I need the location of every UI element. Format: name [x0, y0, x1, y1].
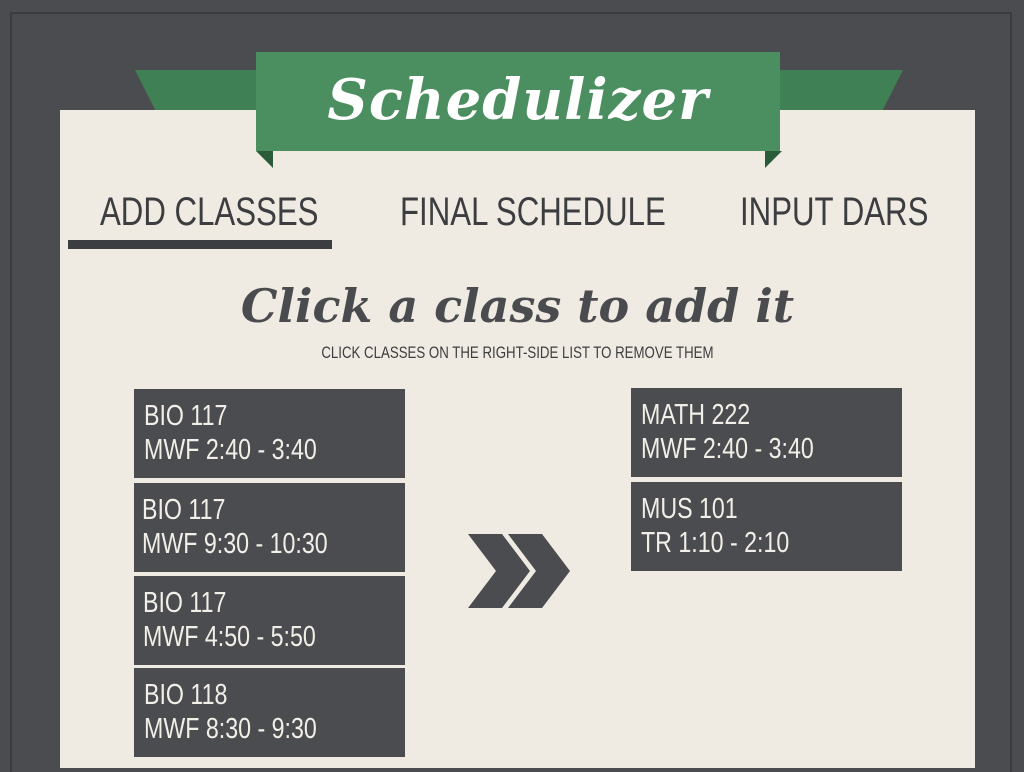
tab-input-dars[interactable]: INPUT DARS: [740, 186, 928, 238]
app-title: Schedulizer: [327, 66, 709, 133]
class-time: MWF 2:40 - 3:40: [641, 433, 814, 465]
instruction-subheading-text: CLICK CLASSES ON THE RIGHT-SIDE LIST TO …: [321, 343, 714, 362]
class-course: BIO 118: [144, 679, 228, 711]
active-tab-indicator: [68, 240, 332, 249]
tab-final-schedule[interactable]: FINAL SCHEDULE: [400, 186, 666, 238]
class-time: TR 1:10 - 2:10: [641, 527, 790, 559]
class-time: MWF 4:50 - 5:50: [143, 621, 316, 653]
class-course: BIO 117: [144, 400, 228, 432]
available-class-item[interactable]: BIO 117 MWF 4:50 - 5:50: [134, 576, 405, 665]
double-chevron-right-icon: [468, 534, 570, 608]
class-course: MUS 101: [641, 493, 738, 525]
instruction-subheading: CLICK CLASSES ON THE RIGHT-SIDE LIST TO …: [60, 342, 975, 364]
class-time: MWF 2:40 - 3:40: [144, 434, 317, 466]
class-course: BIO 117: [143, 587, 227, 619]
class-course: BIO 117: [142, 494, 226, 526]
available-class-item[interactable]: BIO 117 MWF 2:40 - 3:40: [134, 389, 405, 478]
class-course: MATH 222: [641, 399, 751, 431]
available-class-item[interactable]: BIO 117 MWF 9:30 - 10:30: [134, 483, 405, 572]
class-time: MWF 8:30 - 9:30: [144, 713, 317, 745]
selected-class-item[interactable]: MUS 101 TR 1:10 - 2:10: [631, 482, 902, 571]
tab-add-classes[interactable]: ADD CLASSES: [100, 186, 318, 238]
class-time: MWF 9:30 - 10:30: [142, 528, 328, 560]
available-class-item[interactable]: BIO 118 MWF 8:30 - 9:30: [134, 668, 405, 757]
selected-class-item[interactable]: MATH 222 MWF 2:40 - 3:40: [631, 388, 902, 477]
title-banner: Schedulizer: [256, 52, 780, 151]
instruction-heading: Click a class to add it: [240, 279, 795, 333]
